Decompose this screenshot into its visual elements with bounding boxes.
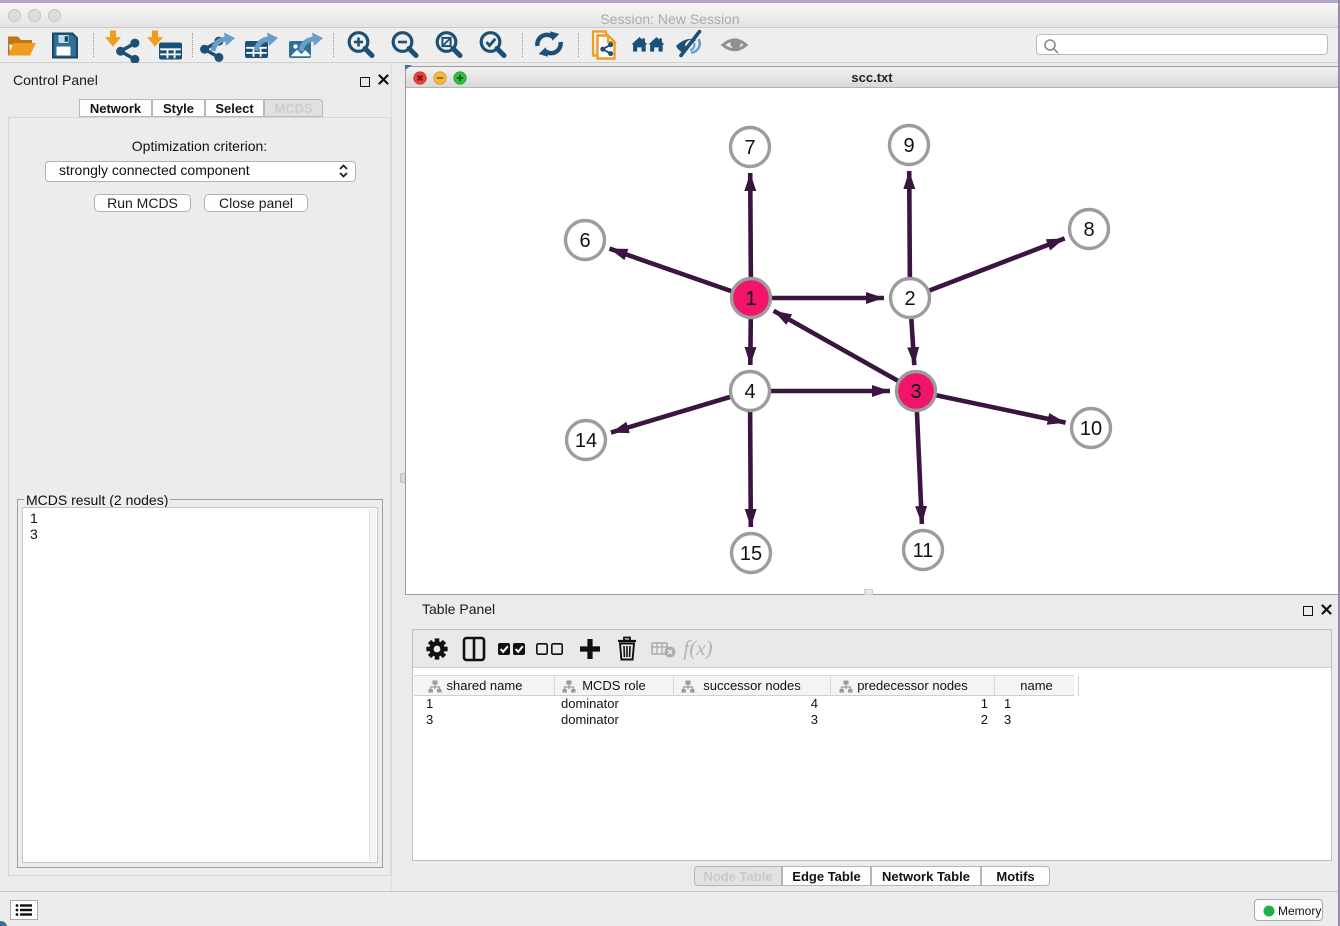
- svg-text:8: 8: [1083, 219, 1094, 241]
- svg-text:11: 11: [913, 540, 934, 562]
- svg-text:7: 7: [744, 137, 755, 159]
- svg-text:3: 3: [910, 381, 921, 403]
- svg-text:14: 14: [575, 430, 597, 452]
- svg-text:9: 9: [903, 135, 914, 157]
- svg-text:2: 2: [904, 288, 915, 310]
- svg-text:15: 15: [740, 543, 762, 565]
- svg-text:1: 1: [745, 288, 756, 310]
- svg-text:6: 6: [579, 230, 590, 252]
- svg-text:4: 4: [744, 381, 755, 403]
- svg-text:10: 10: [1080, 418, 1102, 440]
- svg-text:f(x): f(x): [683, 636, 712, 660]
